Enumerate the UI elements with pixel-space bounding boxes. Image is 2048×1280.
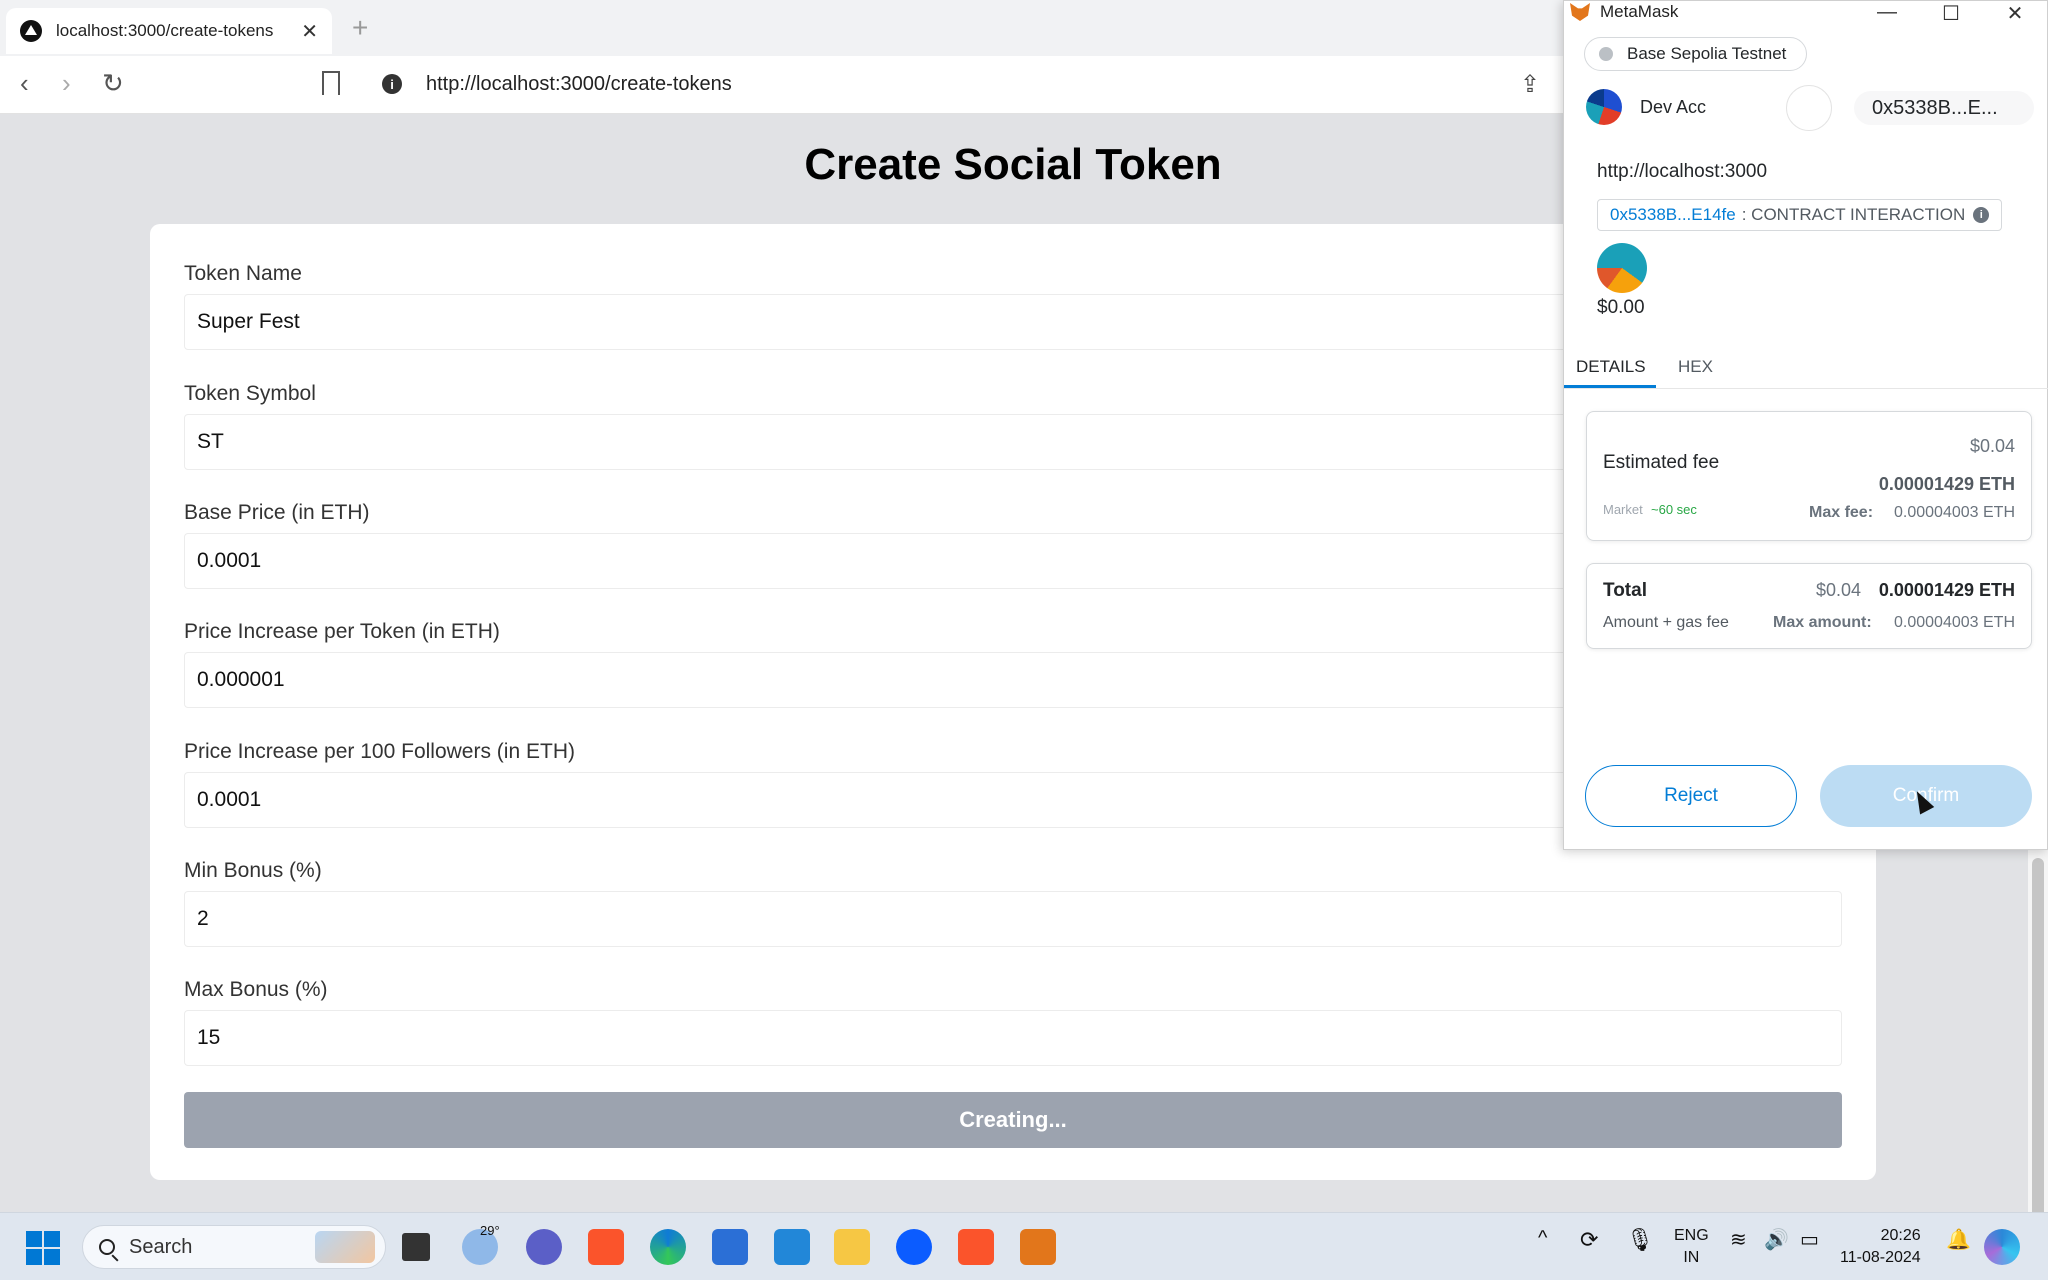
estimated-fee-box: Estimated fee $0.04 0.00001429 ETH Marke… bbox=[1586, 411, 2032, 541]
language-indicator[interactable]: ENG IN bbox=[1674, 1225, 1709, 1269]
token-symbol-label: Token Symbol bbox=[184, 382, 316, 405]
market-time: ~60 sec bbox=[1651, 502, 1697, 517]
estimated-fee-usd: $0.04 bbox=[1969, 436, 2015, 456]
taskbar-search-placeholder: Search bbox=[129, 1235, 193, 1258]
maximize-icon[interactable]: ☐ bbox=[1919, 1, 1983, 26]
tab-title: localhost:3000/create-tokens bbox=[56, 21, 274, 40]
address-bar[interactable]: i http://localhost:3000/create-tokens bbox=[370, 62, 1540, 106]
copilot-icon[interactable] bbox=[1984, 1229, 2020, 1265]
active-tab-indicator bbox=[1564, 385, 1656, 388]
metamask-window-title: MetaMask bbox=[1600, 2, 1679, 21]
volume-icon[interactable]: 🔊 bbox=[1764, 1227, 1789, 1252]
vscode-icon[interactable] bbox=[774, 1229, 810, 1265]
taskbar-clock[interactable]: 20:26 11-08-2024 bbox=[1840, 1225, 1921, 1269]
price-increase-followers-label: Price Increase per 100 Followers (in ETH… bbox=[184, 740, 575, 763]
base-price-label: Base Price (in ETH) bbox=[184, 501, 370, 524]
total-eth: 0.00001429 ETH bbox=[1878, 580, 2015, 600]
max-bonus-input[interactable]: 15 bbox=[184, 1010, 1842, 1066]
notification-bell-icon[interactable]: 🔔 bbox=[1946, 1227, 1971, 1252]
search-icon bbox=[99, 1239, 115, 1255]
metamask-fox-icon bbox=[1570, 3, 1590, 21]
forward-icon[interactable]: › bbox=[62, 68, 71, 99]
estimated-fee-label: Estimated fee bbox=[1603, 452, 1720, 473]
weather-temp: 29° bbox=[480, 1223, 500, 1238]
create-token-button[interactable]: Creating... bbox=[184, 1092, 1842, 1148]
max-amount-label: Max amount: bbox=[1773, 614, 1872, 631]
clock-time: 20:26 bbox=[1880, 1227, 1921, 1244]
contract-interaction-label: : CONTRACT INTERACTION bbox=[1741, 205, 1966, 224]
total-usd: $0.04 bbox=[1815, 580, 1861, 600]
windows-taskbar: Search 29° ^ ⟳ 🎙 ENG IN ≋ 🔊 ▭ 20:26 11-08… bbox=[0, 1212, 2048, 1280]
brave-browser-icon[interactable] bbox=[588, 1229, 624, 1265]
window-controls: — ☐ ✕ bbox=[1855, 1, 2047, 26]
min-bonus-input[interactable]: 2 bbox=[184, 891, 1842, 947]
brave-browser-2-icon[interactable] bbox=[958, 1229, 994, 1265]
network-status-icon bbox=[1599, 47, 1613, 61]
close-window-icon[interactable]: ✕ bbox=[1983, 1, 2047, 26]
metamask-window: MetaMask — ☐ ✕ Base Sepolia Testnet Dev … bbox=[1563, 0, 2048, 850]
sync-icon[interactable]: ⟳ bbox=[1580, 1227, 1598, 1253]
account-row: Dev Acc 0x5338B...E... bbox=[1564, 83, 2048, 133]
account-name: Dev Acc bbox=[1640, 97, 1707, 117]
total-label: Total bbox=[1603, 580, 1647, 601]
network-selector[interactable]: Base Sepolia Testnet bbox=[1584, 37, 1808, 71]
contract-interaction-pill[interactable]: 0x5338B...E14fe : CONTRACT INTERACTION i bbox=[1597, 199, 2003, 231]
max-fee-value: 0.00004003 ETH bbox=[1894, 504, 2015, 521]
wifi-icon[interactable]: ≋ bbox=[1730, 1227, 1747, 1252]
battery-icon[interactable]: ▭ bbox=[1800, 1227, 1819, 1252]
network-token-icon bbox=[1597, 243, 1647, 293]
total-box: Total $0.04 0.00001429 ETH Amount + gas … bbox=[1586, 563, 2032, 649]
recipient-address[interactable]: 0x5338B...E... bbox=[1854, 91, 2034, 125]
max-bonus-label: Max Bonus (%) bbox=[184, 978, 328, 1001]
minimize-icon[interactable]: — bbox=[1855, 1, 1919, 26]
account-avatar bbox=[1586, 89, 1622, 125]
metamask-taskbar-icon[interactable] bbox=[1020, 1229, 1056, 1265]
max-amount-value: 0.00004003 ETH bbox=[1894, 614, 2015, 631]
show-hidden-icons-icon[interactable]: ^ bbox=[1538, 1227, 1547, 1250]
microphone-icon[interactable]: 🎙 bbox=[1626, 1227, 1654, 1253]
language-bottom: IN bbox=[1683, 1249, 1700, 1266]
store-icon[interactable] bbox=[712, 1229, 748, 1265]
arrow-circle-icon bbox=[1786, 85, 1832, 131]
min-bonus-label: Min Bonus (%) bbox=[184, 859, 322, 882]
share-icon[interactable]: ⇪ bbox=[1520, 70, 1540, 99]
edge-icon[interactable] bbox=[650, 1229, 686, 1265]
windows-start-icon[interactable] bbox=[26, 1231, 60, 1265]
close-tab-icon[interactable]: ✕ bbox=[301, 19, 318, 44]
language-top: ENG bbox=[1674, 1227, 1709, 1244]
contract-address[interactable]: 0x5338B...E14fe bbox=[1610, 205, 1736, 225]
request-origin: http://localhost:3000 bbox=[1597, 161, 1768, 182]
new-tab-icon[interactable]: + bbox=[352, 12, 368, 44]
details-tabs: DETAILS HEX bbox=[1564, 347, 2048, 389]
search-highlight-icon bbox=[315, 1231, 375, 1263]
token-name-label: Token Name bbox=[184, 262, 302, 285]
file-explorer-icon[interactable] bbox=[834, 1229, 870, 1265]
tab-details[interactable]: DETAILS bbox=[1576, 357, 1646, 377]
site-info-icon[interactable]: i bbox=[382, 74, 402, 94]
clock-date: 11-08-2024 bbox=[1840, 1249, 1921, 1266]
transaction-amount: $0.00 bbox=[1597, 297, 1645, 318]
browser-tab[interactable]: localhost:3000/create-tokens ✕ bbox=[6, 8, 332, 54]
bookmark-icon[interactable] bbox=[322, 71, 340, 95]
tab-hex[interactable]: HEX bbox=[1678, 357, 1713, 377]
back-icon[interactable]: ‹ bbox=[20, 68, 29, 99]
site-favicon-icon bbox=[20, 20, 42, 42]
task-view-icon[interactable] bbox=[402, 1233, 430, 1261]
reject-button[interactable]: Reject bbox=[1585, 765, 1797, 827]
total-sub-label: Amount + gas fee bbox=[1603, 614, 1729, 631]
network-name: Base Sepolia Testnet bbox=[1627, 44, 1787, 63]
teams-icon[interactable] bbox=[526, 1229, 562, 1265]
zoom-icon[interactable] bbox=[896, 1229, 932, 1265]
estimated-fee-eth: 0.00001429 ETH bbox=[1878, 474, 2015, 494]
max-fee-label: Max fee: bbox=[1809, 504, 1874, 521]
info-icon[interactable]: i bbox=[1973, 207, 1990, 223]
reload-icon[interactable]: ↻ bbox=[102, 68, 124, 99]
taskbar-search[interactable]: Search bbox=[82, 1225, 386, 1269]
price-increase-token-label: Price Increase per Token (in ETH) bbox=[184, 620, 500, 643]
address-url: http://localhost:3000/create-tokens bbox=[426, 72, 732, 95]
market-label: Market bbox=[1603, 502, 1643, 517]
